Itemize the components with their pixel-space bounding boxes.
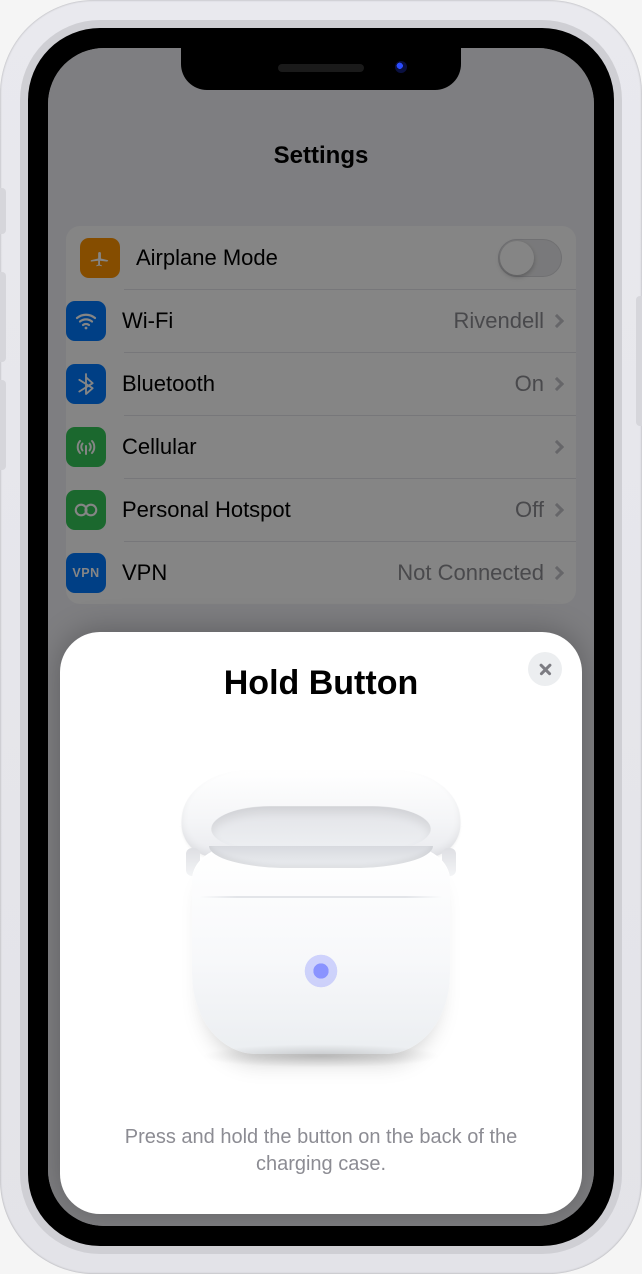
mute-switch xyxy=(0,188,6,234)
screen: Settings Airplane Mode Wi-Fi Rivendell xyxy=(48,48,594,1226)
notch xyxy=(181,48,461,90)
volume-down-button xyxy=(0,380,6,470)
sheet-title: Hold Button xyxy=(224,664,419,703)
airpods-case-illustration xyxy=(176,766,466,1066)
phone-frame: Settings Airplane Mode Wi-Fi Rivendell xyxy=(0,0,642,1274)
side-button xyxy=(636,296,642,426)
sheet-description: Press and hold the button on the back of… xyxy=(80,1124,562,1178)
status-led-icon xyxy=(302,952,340,990)
pairing-sheet: Hold Button Press and hold the button on… xyxy=(60,632,582,1214)
close-button[interactable] xyxy=(528,652,562,686)
sheet-body xyxy=(176,703,466,1124)
volume-up-button xyxy=(0,272,6,362)
